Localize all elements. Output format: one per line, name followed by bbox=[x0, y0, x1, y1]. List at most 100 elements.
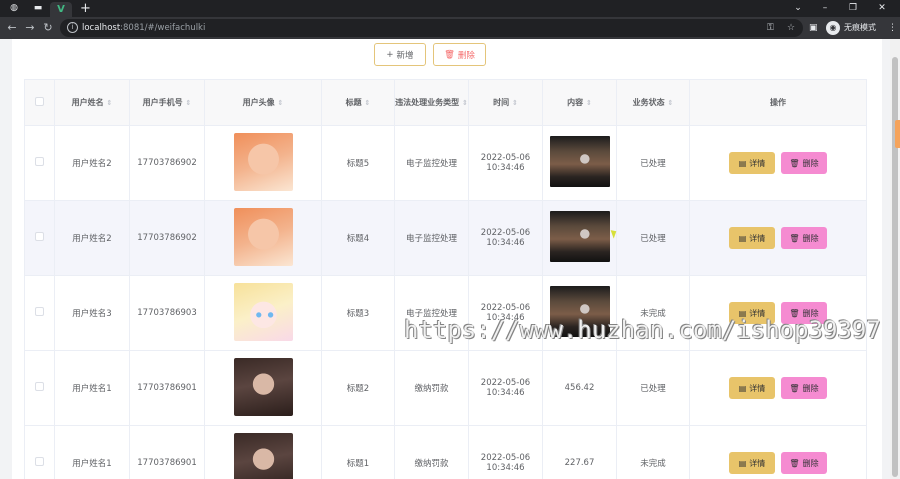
detail-button[interactable]: ▤ 详情 bbox=[729, 377, 775, 399]
col-header-status[interactable]: 业务状态 ⇕ bbox=[616, 79, 690, 126]
globe-icon[interactable]: ◍ bbox=[3, 1, 25, 15]
table-row: 用户姓名1 17703786901 标题2 缴纳罚款 2022-05-06 10… bbox=[24, 350, 867, 426]
batch-delete-button[interactable]: 🗑 删除 bbox=[433, 43, 486, 66]
avatar[interactable] bbox=[233, 282, 293, 341]
header-label: 内容 bbox=[567, 98, 584, 107]
document-icon: ▤ bbox=[738, 233, 747, 243]
avatar[interactable] bbox=[233, 357, 293, 416]
menu-icon[interactable]: ⋮ bbox=[888, 20, 897, 36]
delete-label: 删除 bbox=[802, 233, 819, 243]
restore-icon[interactable]: ❐ bbox=[841, 0, 865, 17]
row-checkbox[interactable] bbox=[35, 157, 44, 166]
header-label: 违法处理业务类型 bbox=[395, 98, 460, 107]
sort-icon[interactable]: ⇕ bbox=[586, 99, 592, 107]
row-checkbox[interactable] bbox=[35, 457, 44, 466]
detail-button[interactable]: ▤ 详情 bbox=[729, 452, 775, 474]
add-button[interactable]: + 新增 bbox=[374, 43, 426, 66]
cell-name: 用户姓名1 bbox=[54, 350, 130, 426]
col-header-content[interactable]: 内容 ⇕ bbox=[542, 79, 617, 126]
cell-actions: ▤ 详情 🗑 删除 bbox=[689, 125, 867, 201]
delete-button[interactable]: 🗑 删除 bbox=[781, 452, 827, 474]
avatar[interactable] bbox=[233, 432, 293, 479]
new-tab-button[interactable]: + bbox=[80, 0, 91, 17]
row-checkbox[interactable] bbox=[35, 307, 44, 316]
cell-type: 电子监控处理 bbox=[394, 125, 469, 201]
trash-icon: 🗑 bbox=[789, 383, 800, 393]
info-icon[interactable]: i bbox=[67, 22, 78, 33]
cell-content bbox=[542, 200, 617, 276]
video-thumbnail[interactable] bbox=[549, 211, 610, 262]
cell-actions: ▤ 详情 🗑 删除 bbox=[689, 350, 867, 426]
cell-phone: 17703786902 bbox=[129, 200, 205, 276]
sort-icon[interactable]: ⇕ bbox=[277, 99, 283, 107]
select-all-checkbox[interactable] bbox=[35, 97, 44, 106]
cell-title: 标题1 bbox=[321, 425, 395, 479]
cell-phone: 17703786902 bbox=[129, 125, 205, 201]
col-header-type[interactable]: 违法处理业务类型 ⇕ bbox=[394, 79, 469, 126]
address-bar[interactable]: i localhost:8081/#/weifachulki ⚿ ☆ bbox=[60, 19, 803, 37]
row-select-cell[interactable] bbox=[24, 200, 55, 276]
avatar[interactable] bbox=[233, 207, 293, 266]
header-label: 操作 bbox=[770, 98, 786, 107]
row-checkbox[interactable] bbox=[35, 382, 44, 391]
cell-actions: ▤ 详情 🗑 删除 bbox=[689, 200, 867, 276]
browser-toolbar: ← → ↻ i localhost:8081/#/weifachulki ⚿ ☆… bbox=[0, 17, 900, 39]
cell-avatar bbox=[204, 275, 322, 351]
minimize-icon[interactable]: – bbox=[813, 0, 837, 17]
sort-icon[interactable]: ⇕ bbox=[185, 99, 191, 107]
extension-icon[interactable]: ▣ bbox=[809, 20, 818, 36]
trash-icon: 🗑 bbox=[789, 158, 800, 168]
avatar[interactable] bbox=[233, 132, 293, 191]
cell-name: 用户姓名1 bbox=[54, 425, 130, 479]
back-icon[interactable]: ← bbox=[4, 20, 20, 36]
chevron-down-icon[interactable]: ⌄ bbox=[786, 0, 810, 17]
detail-button[interactable]: ▤ 详情 bbox=[729, 227, 775, 249]
cell-phone: 17703786903 bbox=[129, 275, 205, 351]
forward-icon[interactable]: → bbox=[22, 20, 38, 36]
page-content: + 新增 🗑 删除 用户姓名 ⇕ 用户手机号 ⇕ 用户头像 ⇕ 标题 ⇕ 违法处… bbox=[0, 39, 890, 479]
row-select-cell[interactable] bbox=[24, 350, 55, 426]
sort-icon[interactable]: ⇕ bbox=[667, 99, 673, 107]
delete-label: 删除 bbox=[802, 458, 819, 468]
page-scrollbar[interactable] bbox=[890, 39, 900, 479]
header-label: 用户姓名 bbox=[71, 98, 104, 107]
side-floating-tab[interactable] bbox=[895, 120, 900, 148]
trash-icon: 🗑 bbox=[444, 49, 455, 60]
row-checkbox[interactable] bbox=[35, 232, 44, 241]
col-header-title[interactable]: 标题 ⇕ bbox=[321, 79, 395, 126]
delete-button[interactable]: 🗑 删除 bbox=[781, 227, 827, 249]
delete-button[interactable]: 🗑 删除 bbox=[781, 377, 827, 399]
header-label: 用户头像 bbox=[242, 98, 275, 107]
select-all-cell[interactable] bbox=[24, 79, 55, 126]
cell-time: 2022-05-06 10:34:46 bbox=[468, 350, 543, 426]
star-icon[interactable]: ☆ bbox=[787, 19, 795, 37]
video-thumbnail[interactable] bbox=[549, 136, 610, 187]
incognito-icon[interactable]: ◉ bbox=[826, 21, 840, 35]
cell-status: 已处理 bbox=[616, 125, 690, 201]
sort-icon[interactable]: ⇕ bbox=[512, 99, 518, 107]
data-table: 用户姓名 ⇕ 用户手机号 ⇕ 用户头像 ⇕ 标题 ⇕ 违法处理业务类型 ⇕ 时间… bbox=[24, 79, 867, 479]
close-icon[interactable]: ✕ bbox=[870, 0, 894, 17]
key-icon[interactable]: ⚿ bbox=[767, 19, 774, 37]
sort-icon[interactable]: ⇕ bbox=[462, 99, 468, 107]
row-select-cell[interactable] bbox=[24, 125, 55, 201]
reload-icon[interactable]: ↻ bbox=[40, 20, 56, 36]
window-icon[interactable]: ▬ bbox=[27, 1, 49, 15]
cell-time: 2022-05-06 10:34:46 bbox=[468, 125, 543, 201]
delete-button[interactable]: 🗑 删除 bbox=[781, 152, 827, 174]
row-select-cell[interactable] bbox=[24, 425, 55, 479]
col-header-time[interactable]: 时间 ⇕ bbox=[468, 79, 543, 126]
detail-button[interactable]: ▤ 详情 bbox=[729, 152, 775, 174]
col-header-avatar[interactable]: 用户头像 ⇕ bbox=[204, 79, 322, 126]
col-header-phone[interactable]: 用户手机号 ⇕ bbox=[129, 79, 205, 126]
row-select-cell[interactable] bbox=[24, 275, 55, 351]
cell-avatar bbox=[204, 425, 322, 479]
vue-tab-icon[interactable]: V bbox=[50, 2, 72, 17]
table-card: + 新增 🗑 删除 用户姓名 ⇕ 用户手机号 ⇕ 用户头像 ⇕ 标题 ⇕ 违法处… bbox=[12, 39, 882, 479]
cell-content bbox=[542, 125, 617, 201]
col-header-name[interactable]: 用户姓名 ⇕ bbox=[54, 79, 130, 126]
sort-icon[interactable]: ⇕ bbox=[364, 99, 370, 107]
cell-content: 227.67 bbox=[542, 425, 617, 479]
header-label: 时间 bbox=[493, 98, 510, 107]
sort-icon[interactable]: ⇕ bbox=[106, 99, 112, 107]
